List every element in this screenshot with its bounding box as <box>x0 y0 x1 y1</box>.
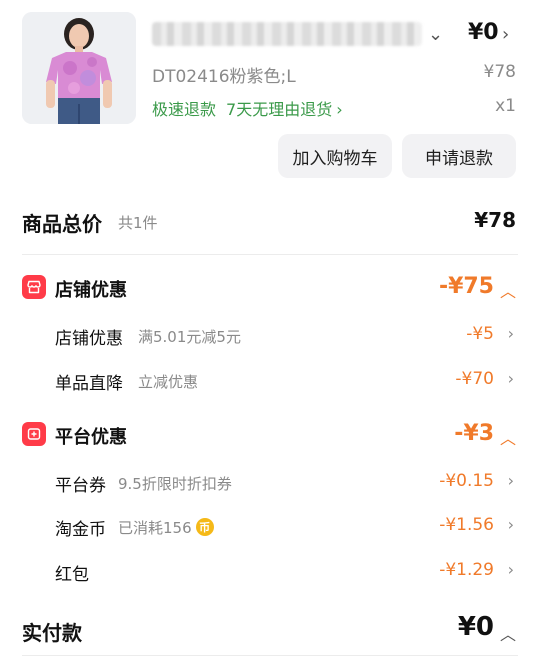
platform-icon <box>22 422 46 446</box>
tag-7day-return: 7天无理由退货 <box>226 100 333 119</box>
shop-coupon-value[interactable]: -¥5 <box>466 324 494 344</box>
quantity: x1 <box>495 96 516 116</box>
chevron-up-icon[interactable]: ︿ <box>500 278 516 302</box>
divider <box>22 655 518 656</box>
product-sku: DT02416粉紫色;L <box>152 67 296 87</box>
direct-cut-sub: 立减优惠 <box>138 373 199 391</box>
red-packet-value[interactable]: -¥1.29 <box>439 560 494 580</box>
request-refund-button[interactable]: 申请退款 <box>402 134 516 178</box>
shop-coupon-label: 店铺优惠 <box>55 329 123 349</box>
tag-fast-refund: 极速退款 <box>152 100 217 119</box>
platform-coupon-label: 平台券 <box>55 476 106 496</box>
taojinbi-sub: 已消耗156 币 <box>118 517 214 538</box>
shop-icon <box>22 275 46 299</box>
taojinbi-consumed: 已消耗156 <box>118 519 192 537</box>
paid-price: ¥0 <box>468 20 499 45</box>
chevron-right-icon[interactable]: › <box>502 24 509 45</box>
chevron-right-icon: › <box>336 100 343 119</box>
chevron-right-icon[interactable]: › <box>508 471 514 490</box>
shop-discount-total: -¥75 <box>438 274 494 299</box>
chevron-up-icon[interactable]: ︿ <box>500 621 516 645</box>
direct-cut-value[interactable]: -¥70 <box>455 369 494 389</box>
divider <box>22 254 518 255</box>
platform-discount-title: 平台优惠 <box>55 427 127 448</box>
taojinbi-label: 淘金币 <box>55 520 106 540</box>
coin-icon: 币 <box>195 518 214 536</box>
total-value: ¥78 <box>474 208 516 232</box>
chevron-down-icon[interactable]: ⌄ <box>428 24 443 45</box>
shop-coupon-sub: 满5.01元减5元 <box>138 328 241 346</box>
total-label: 商品总价 <box>22 212 102 236</box>
payment-value: ¥0 <box>457 612 494 642</box>
product-title-blurred[interactable] <box>152 22 422 46</box>
direct-cut-label: 单品直降 <box>55 374 123 394</box>
platform-coupon-sub: 9.5折限时折扣券 <box>118 475 232 493</box>
shop-discount-title: 店铺优惠 <box>55 280 127 301</box>
payment-label: 实付款 <box>22 621 82 645</box>
total-count: 共1件 <box>118 214 158 232</box>
add-to-cart-button[interactable]: 加入购物车 <box>278 134 392 178</box>
platform-discount-total: -¥3 <box>454 421 494 446</box>
chevron-up-icon[interactable]: ︿ <box>500 425 516 449</box>
taojinbi-value[interactable]: -¥1.56 <box>439 515 494 535</box>
unit-price: ¥78 <box>483 62 516 82</box>
service-tags[interactable]: 极速退款 7天无理由退货 › <box>152 96 353 120</box>
chevron-right-icon[interactable]: › <box>508 560 514 579</box>
red-packet-label: 红包 <box>55 565 89 585</box>
product-thumbnail[interactable] <box>22 12 136 124</box>
platform-coupon-value[interactable]: -¥0.15 <box>439 471 494 491</box>
chevron-right-icon[interactable]: › <box>508 324 514 343</box>
chevron-right-icon[interactable]: › <box>508 515 514 534</box>
chevron-right-icon[interactable]: › <box>508 369 514 388</box>
